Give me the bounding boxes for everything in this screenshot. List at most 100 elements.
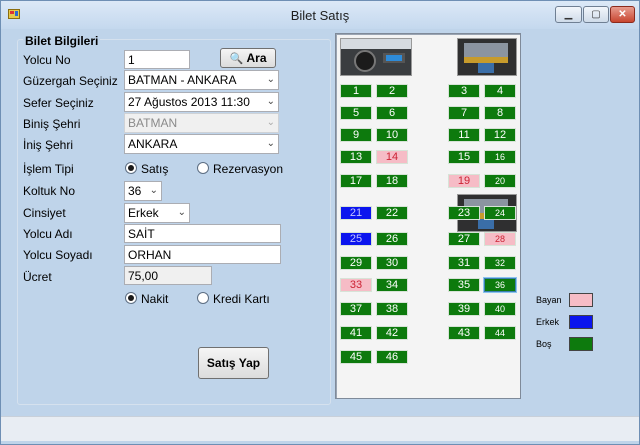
seat-8[interactable]: 8 [484, 106, 516, 120]
seat-37[interactable]: 37 [340, 302, 372, 316]
seat-4[interactable]: 4 [484, 84, 516, 98]
seat-20[interactable]: 20 [484, 174, 516, 188]
sefer-label: Sefer Seçiniz [23, 96, 94, 110]
seat-16[interactable]: 16 [484, 150, 516, 164]
driver-photo [340, 38, 412, 76]
search-button[interactable]: 🔍 Ara [220, 48, 276, 68]
close-button[interactable]: ✕ [610, 6, 635, 23]
chevron-down-icon: ⌄ [266, 138, 275, 149]
chevron-down-icon: ⌄ [149, 185, 158, 196]
minimize-button[interactable]: ▁ [555, 6, 582, 23]
binis-select: BATMAN ⌄ [124, 113, 279, 133]
islem-label: İşlem Tipi [23, 162, 74, 176]
koltuk-select[interactable]: 36 ⌄ [124, 181, 162, 201]
guzergah-label: Güzergah Seçiniz [23, 74, 118, 88]
seat-15[interactable]: 15 [448, 150, 480, 164]
radio-kredi-karti[interactable] [197, 292, 209, 304]
radio-nakit-label: Nakit [141, 292, 169, 306]
seat-27[interactable]: 27 [448, 232, 480, 246]
seat-10[interactable]: 10 [376, 128, 408, 142]
title-bar: Bilet Satış ▁ ▢ ✕ [1, 1, 639, 29]
chevron-down-icon: ⌄ [177, 207, 186, 218]
soyad-input[interactable]: ORHAN [124, 245, 281, 264]
legend-label-1: Erkek [536, 317, 560, 327]
seat-26[interactable]: 26 [376, 232, 408, 246]
search-button-label: Ara [246, 51, 267, 65]
soyad-label: Yolcu Soyadı [23, 248, 93, 262]
seat-30[interactable]: 30 [376, 256, 408, 270]
cinsiyet-value: Erkek [128, 206, 159, 220]
radio-rezervasyon[interactable] [197, 162, 209, 174]
seat-41[interactable]: 41 [340, 326, 372, 340]
yolcu-no-input[interactable]: 1 [124, 50, 190, 69]
ad-input[interactable]: SAİT [124, 224, 281, 243]
seat-46[interactable]: 46 [376, 350, 408, 364]
status-bar [1, 416, 639, 441]
sefer-select[interactable]: 27 Ağustos 2013 11:30 ⌄ [124, 92, 279, 112]
front-door-photo [457, 38, 517, 76]
ad-label: Yolcu Adı [23, 227, 73, 241]
seat-21[interactable]: 21 [340, 206, 372, 220]
cinsiyet-label: Cinsiyet [23, 206, 66, 220]
seat-11[interactable]: 11 [448, 128, 480, 142]
guzergah-value: BATMAN - ANKARA [128, 73, 237, 87]
yolcu-no-label: Yolcu No [23, 53, 71, 67]
chevron-down-icon: ⌄ [266, 74, 275, 85]
ucret-label: Ücret [23, 270, 52, 284]
seat-40[interactable]: 40 [484, 302, 516, 316]
radio-nakit[interactable] [125, 292, 137, 304]
binis-label: Biniş Şehri [23, 117, 81, 131]
satis-yap-button[interactable]: Satış Yap [198, 347, 269, 379]
koltuk-label: Koltuk No [23, 184, 76, 198]
window-title: Bilet Satış [290, 8, 350, 23]
seat-12[interactable]: 12 [484, 128, 516, 142]
seat-34[interactable]: 34 [376, 278, 408, 292]
seat-43[interactable]: 43 [448, 326, 480, 340]
search-icon: 🔍 [229, 53, 244, 65]
seat-2[interactable]: 2 [376, 84, 408, 98]
chevron-down-icon: ⌄ [266, 96, 275, 107]
cinsiyet-select[interactable]: Erkek ⌄ [124, 203, 190, 223]
seat-35[interactable]: 35 [448, 278, 480, 292]
seat-5[interactable]: 5 [340, 106, 372, 120]
inis-select[interactable]: ANKARA ⌄ [124, 134, 279, 154]
seat-6[interactable]: 6 [376, 106, 408, 120]
seat-22[interactable]: 22 [376, 206, 408, 220]
seat-19[interactable]: 19 [448, 174, 480, 188]
seat-23[interactable]: 23 [448, 206, 480, 220]
seat-42[interactable]: 42 [376, 326, 408, 340]
legend-swatch-1 [569, 315, 593, 329]
seat-24[interactable]: 24 [484, 206, 516, 220]
seat-7[interactable]: 7 [448, 106, 480, 120]
app-window: Bilet Satış ▁ ▢ ✕ Bilet Bilgileri Yolcu … [0, 0, 640, 445]
seat-33[interactable]: 33 [340, 278, 372, 292]
seat-31[interactable]: 31 [448, 256, 480, 270]
legend-label-0: Bayan [536, 295, 562, 305]
guzergah-select[interactable]: BATMAN - ANKARA ⌄ [124, 70, 279, 90]
maximize-button[interactable]: ▢ [583, 6, 609, 23]
seat-38[interactable]: 38 [376, 302, 408, 316]
seat-45[interactable]: 45 [340, 350, 372, 364]
seat-13[interactable]: 13 [340, 150, 372, 164]
seat-14[interactable]: 14 [376, 150, 408, 164]
close-icon: ✕ [618, 9, 627, 20]
seat-1[interactable]: 1 [340, 84, 372, 98]
maximize-icon: ▢ [591, 9, 601, 20]
minimize-icon: ▁ [564, 9, 573, 20]
seat-32[interactable]: 32 [484, 256, 516, 270]
seat-28[interactable]: 28 [484, 232, 516, 246]
legend-swatch-2 [569, 337, 593, 351]
seat-29[interactable]: 29 [340, 256, 372, 270]
ucret-input[interactable]: 75,00 [124, 266, 212, 285]
seat-36[interactable]: 36 [484, 278, 516, 292]
seat-9[interactable]: 9 [340, 128, 372, 142]
seat-25[interactable]: 25 [340, 232, 372, 246]
seat-17[interactable]: 17 [340, 174, 372, 188]
seat-map-panel: 1 2 3 4 5 6 7 8 9 10 11 12 13 14 15 16 17 18 19 20 21 22 23 24 2… [335, 33, 521, 399]
seat-39[interactable]: 39 [448, 302, 480, 316]
seat-3[interactable]: 3 [448, 84, 480, 98]
seat-44[interactable]: 44 [484, 326, 516, 340]
seat-18[interactable]: 18 [376, 174, 408, 188]
radio-satis[interactable] [125, 162, 137, 174]
sefer-value: 27 Ağustos 2013 11:30 [128, 95, 250, 109]
